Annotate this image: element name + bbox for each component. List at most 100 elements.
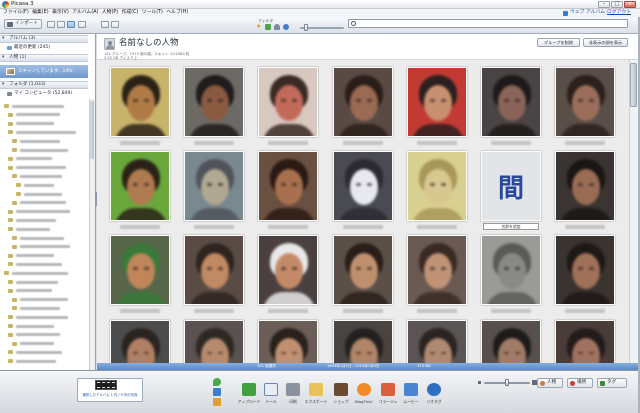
delete-group-button[interactable]: グループを削除 [537,38,580,47]
menu-file[interactable]: ファイル(F) [3,9,29,17]
face-group-thumbnail[interactable] [184,319,245,363]
face-group-thumbnail[interactable] [406,151,467,222]
folder-tree-item[interactable] [0,331,88,339]
folder-tree-item[interactable] [0,225,88,233]
folder-tree-item[interactable] [0,243,88,251]
folder-tree-item[interactable] [0,234,88,242]
face-group-thumbnail[interactable] [110,235,170,306]
face-group-thumbnail[interactable] [110,151,170,222]
folder-tree-item[interactable] [0,340,88,348]
uploaded-filter-icon[interactable] [265,24,271,30]
flat-view-icon[interactable] [57,21,65,28]
menu-people[interactable]: 人物(P) [102,9,118,17]
face-caption-blurred[interactable] [120,309,160,314]
sidebar-item-my-computer[interactable]: マイ コンピュータ (52,849) [0,90,88,98]
star-filter-icon[interactable]: ★ [256,24,262,30]
face-group-thumbnail[interactable] [406,235,467,306]
action-blogger-button[interactable]: BlogThis! [352,383,376,409]
folder-tree-item[interactable] [0,172,88,180]
folder-tree-item[interactable] [0,357,88,365]
show-hidden-faces-button[interactable]: 非表示の顔を表示 [583,38,628,47]
sidebar-scrollbar-thumb[interactable] [90,101,94,159]
face-caption-blurred[interactable] [194,141,235,145]
face-group-thumbnail[interactable] [332,67,393,137]
face-group-thumbnail[interactable] [258,151,319,222]
face-caption-blurred[interactable] [342,225,383,230]
menu-create[interactable]: 作成(C) [122,9,139,17]
face-caption-blurred[interactable] [342,141,383,145]
face-group-thumbnail[interactable] [481,319,541,363]
folder-tree-item[interactable] [0,190,88,198]
folder-tree-item[interactable] [0,313,88,321]
face-group-thumbnail[interactable] [406,67,467,137]
folder-tree-item[interactable] [0,278,88,286]
play-slideshow-icon[interactable] [111,21,119,28]
folder-tree-item[interactable] [0,322,88,330]
folder-tree-item[interactable] [0,296,88,304]
folder-tree-item[interactable] [0,111,88,119]
face-group-thumbnail[interactable] [332,151,393,222]
collapse-icon[interactable]: ▾ [2,55,4,61]
grid-scrollbar-thumb[interactable] [630,63,637,107]
hold-pin-icon[interactable] [213,378,221,386]
face-group-thumbnail[interactable] [555,235,616,306]
date-filter-knob[interactable] [304,24,308,31]
face-group-thumbnail[interactable] [406,319,467,363]
sidebar-item-unnamed-people[interactable]: スキャンしています、14% [0,65,88,78]
face-caption-blurred[interactable] [565,309,606,314]
minimize-button[interactable]: – [598,1,610,8]
face-group-thumbnail[interactable] [555,151,616,222]
tray-thumbnail[interactable] [95,380,117,390]
tab-people[interactable]: 人物 [537,378,563,388]
face-caption-blurred[interactable] [268,225,309,230]
faces-filter-icon[interactable] [274,24,280,30]
action-printer-button[interactable]: 印刷 [281,383,305,409]
import-button[interactable]: インポート [4,19,42,29]
folder-tree-item[interactable] [0,181,88,189]
people-header[interactable]: ▾ 人物 (1) [0,54,88,62]
geotag-filter-icon[interactable] [283,24,289,30]
face-group-thumbnail[interactable]: 間 [481,151,541,222]
folder-tree-item[interactable] [0,120,88,128]
action-collage-button[interactable]: コラージュ [376,383,400,409]
web-album-link[interactable]: ウェブ アルバム [570,9,605,17]
face-group-thumbnail[interactable] [332,235,393,306]
face-caption-blurred[interactable] [416,141,457,145]
folder-tree-item[interactable] [0,260,88,268]
face-caption-blurred[interactable] [194,309,235,314]
grid-view-icon[interactable] [67,21,75,28]
face-group-thumbnail[interactable] [258,319,319,363]
clear-selection-icon[interactable] [213,388,221,396]
face-caption-blurred[interactable] [268,309,309,314]
face-caption-blurred[interactable] [416,225,457,230]
collapse-icon[interactable]: ▾ [2,36,4,42]
face-caption-blurred[interactable] [268,141,309,145]
action-globe-button[interactable]: ジオタグ [422,383,446,409]
face-group-thumbnail[interactable] [184,67,245,137]
face-group-thumbnail[interactable] [110,67,170,137]
tab-tags[interactable]: タグ [597,378,627,388]
folder-tree-item[interactable] [0,304,88,312]
tag-icon[interactable] [213,398,221,406]
menu-edit[interactable]: 編集(E) [32,9,48,17]
folder-tree-item[interactable] [0,164,88,172]
sidebar-item-recent[interactable]: 最近の更新 (245) [0,44,88,52]
back-icon[interactable] [101,21,109,28]
face-group-thumbnail[interactable] [332,319,393,363]
tab-places[interactable]: 場所 [567,378,593,388]
face-caption-blurred[interactable] [416,309,457,314]
folder-tree-item[interactable] [0,146,88,154]
folder-tree-item[interactable] [0,252,88,260]
face-caption-blurred[interactable] [491,309,531,314]
add-name-field[interactable]: 名前を追加 [483,223,539,231]
sort-icon[interactable] [78,21,86,28]
menu-tools[interactable]: ツール(T) [142,9,163,17]
face-group-thumbnail[interactable] [258,67,319,137]
folder-tree-item[interactable] [0,269,88,277]
folder-tree-item[interactable] [0,128,88,136]
thumbnail-size-knob[interactable] [505,379,509,386]
face-group-thumbnail[interactable] [110,319,170,363]
menu-help[interactable]: ヘルプ(H) [166,9,188,17]
folder-tree-item[interactable] [0,102,88,110]
menu-album[interactable]: アルバム(A) [72,9,98,17]
